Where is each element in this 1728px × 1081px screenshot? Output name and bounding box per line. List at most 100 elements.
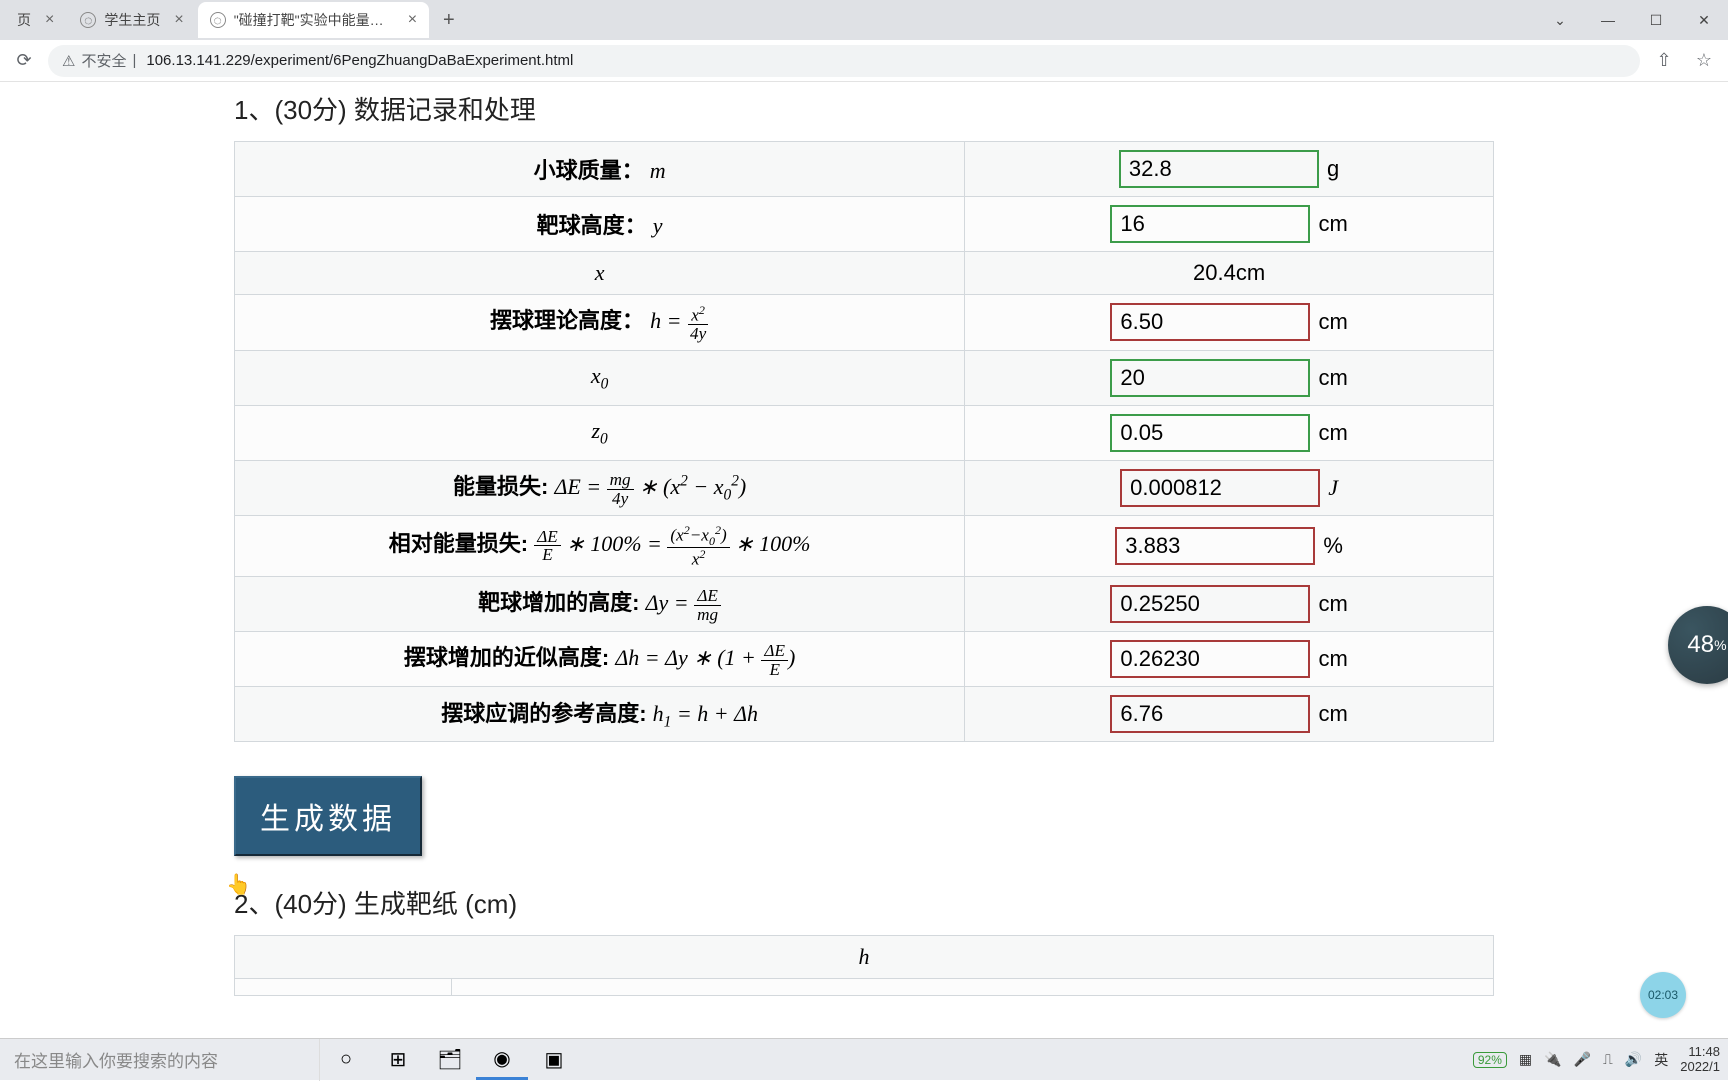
row-x0: x0 20 cm <box>235 350 1494 405</box>
reload-icon[interactable]: ⟳ <box>8 50 40 71</box>
label: 摆球应调的参考高度: <box>441 701 646 726</box>
symbol-z0: z0 <box>591 418 607 443</box>
label: 靶球增加的高度: <box>478 590 639 615</box>
usb-icon[interactable]: 🔌 <box>1544 1051 1561 1068</box>
relative-energy-loss-input[interactable]: 3.883 <box>1115 527 1315 565</box>
row-energy-loss: 能量损失: ΔE = mg4y ∗ (x2 − x02) 0.000812 J <box>235 460 1494 515</box>
h1-input[interactable]: 6.76 <box>1110 695 1310 733</box>
star-icon[interactable]: ☆ <box>1688 50 1720 71</box>
section2-title: 2、(40分) 生成靶纸 (cm) <box>234 876 1494 935</box>
row-mass: 小球质量： m 32.8 g <box>235 142 1494 197</box>
unit: cm <box>1319 591 1348 616</box>
formula-dh: Δh = Δy ∗ (1 + ΔEE) <box>615 645 795 670</box>
tab-2[interactable]: ◌ "碰撞打靶"实验中能量损失的分析 × <box>198 2 429 38</box>
wifi-icon[interactable]: ⎍ <box>1603 1051 1613 1068</box>
row-pendulum-height-increase: 摆球增加的近似高度: Δh = Δy ∗ (1 + ΔEE) 0.26230 c… <box>235 632 1494 687</box>
close-icon[interactable]: × <box>45 11 54 29</box>
warning-icon: ⚠ <box>62 52 75 70</box>
taskbar-clock[interactable]: 11:48 2022/1 <box>1680 1045 1720 1074</box>
tray-icon[interactable]: ▦ <box>1519 1051 1532 1068</box>
symbol-x: x <box>595 260 605 285</box>
row-z0: z0 0.05 cm <box>235 405 1494 460</box>
address-bar-row: ⟳ ⚠ 不安全 | 106.13.141.229/experiment/6Pen… <box>0 40 1728 82</box>
label: 靶球高度： <box>537 213 647 238</box>
tab-0[interactable]: 页 × <box>5 2 66 38</box>
globe-icon: ◌ <box>210 12 226 28</box>
chrome-icon[interactable]: ◉ <box>476 1039 528 1080</box>
taskbar: 在这里输入你要搜索的内容 ○ ⊞ 🗂 ◉ ▣ 92% ▦ 🔌 🎤 ⎍ 🔊 英 1… <box>0 1038 1728 1080</box>
data-table: 小球质量： m 32.8 g 靶球高度： y 16 cm <box>234 141 1494 742</box>
row-target-height-increase: 靶球增加的高度: Δy = ΔEmg 0.25250 cm <box>235 577 1494 632</box>
energy-loss-input[interactable]: 0.000812 <box>1120 469 1320 507</box>
section1-title: 1、(30分) 数据记录和处理 <box>234 82 1494 141</box>
row-target-height: 靶球高度： y 16 cm <box>235 197 1494 252</box>
close-icon[interactable]: × <box>408 11 417 29</box>
label: 小球质量： <box>534 158 644 183</box>
app-icon[interactable]: ▣ <box>528 1039 580 1080</box>
float-timer-widget[interactable]: 02:03 <box>1640 972 1686 1018</box>
window-controls: ⌄ — ☐ ✕ <box>1536 0 1728 40</box>
target-paper-table: h <box>234 935 1494 996</box>
row-relative-energy-loss: 相对能量损失: ΔEE ∗ 100% = (x2−x02)x2 ∗ 100% 3… <box>235 515 1494 576</box>
unit: cm <box>1319 646 1348 671</box>
tab-label: 学生主页 <box>104 10 160 30</box>
unit: cm <box>1319 365 1348 390</box>
url-text: 106.13.141.229/experiment/6PengZhuangDaB… <box>146 52 573 69</box>
security-label: 不安全 <box>81 50 126 71</box>
h-theory-input[interactable]: 6.50 <box>1110 303 1310 341</box>
close-icon[interactable]: × <box>174 11 183 29</box>
formula-h: h = x24y <box>650 308 709 333</box>
file-explorer-icon[interactable]: 🗂 <box>424 1039 476 1080</box>
unit: cm <box>1319 309 1348 334</box>
tab-1[interactable]: ◌ 学生主页 × <box>68 2 195 38</box>
battery-badge[interactable]: 92% <box>1473 1052 1507 1068</box>
formula-dE-rel: ΔEE ∗ 100% = (x2−x02)x2 ∗ 100% <box>534 531 810 556</box>
ime-indicator[interactable]: 英 <box>1654 1050 1668 1070</box>
tab-label: "碰撞打靶"实验中能量损失的分析 <box>234 10 394 30</box>
row-reference-height: 摆球应调的参考高度: h1 = h + Δh 6.76 cm <box>235 687 1494 742</box>
unit: J <box>1328 475 1338 500</box>
row-h-theory: 摆球理论高度： h = x24y 6.50 cm <box>235 295 1494 351</box>
row-x: x 20.4cm <box>235 252 1494 295</box>
browser-tab-strip: 页 × ◌ 学生主页 × ◌ "碰撞打靶"实验中能量损失的分析 × + ⌄ — … <box>0 0 1728 40</box>
unit: cm <box>1319 420 1348 445</box>
x0-input[interactable]: 20 <box>1110 359 1310 397</box>
formula-dy: Δy = ΔEmg <box>646 590 722 615</box>
globe-icon: ◌ <box>80 12 96 28</box>
generate-data-button[interactable]: 生成数据 <box>234 776 422 856</box>
cortana-icon[interactable]: ○ <box>320 1039 372 1080</box>
security-warning: ⚠ 不安全 | <box>62 50 136 71</box>
unit: cm <box>1319 701 1348 726</box>
symbol-x0: x0 <box>591 363 608 388</box>
tab-label: 页 <box>17 10 31 30</box>
close-button[interactable]: ✕ <box>1680 0 1728 40</box>
label: 能量损失: <box>453 474 548 499</box>
mass-input[interactable]: 32.8 <box>1119 150 1319 188</box>
x-value: 20.4cm <box>965 252 1494 295</box>
unit: % <box>1323 533 1343 558</box>
new-tab-button[interactable]: + <box>431 9 467 32</box>
system-tray: 92% ▦ 🔌 🎤 ⎍ 🔊 英 11:48 2022/1 <box>1473 1045 1728 1074</box>
maximize-button[interactable]: ☐ <box>1632 0 1680 40</box>
label: 摆球理论高度： <box>490 308 644 333</box>
address-bar[interactable]: ⚠ 不安全 | 106.13.141.229/experiment/6PengZ… <box>48 45 1640 77</box>
dy-input[interactable]: 0.25250 <box>1110 585 1310 623</box>
minimize-button[interactable]: — <box>1584 0 1632 40</box>
formula-dE: ΔE = mg4y ∗ (x2 − x02) <box>554 474 746 499</box>
z0-input[interactable]: 0.05 <box>1110 414 1310 452</box>
page-viewport[interactable]: 1、(30分) 数据记录和处理 小球质量： m 32.8 g 靶球高度： y <box>0 82 1728 1038</box>
mic-icon[interactable]: 🎤 <box>1574 1051 1591 1068</box>
share-icon[interactable]: ⇧ <box>1648 50 1680 71</box>
col-header-h: h <box>235 936 1494 979</box>
unit: g <box>1327 156 1339 181</box>
dh-input[interactable]: 0.26230 <box>1110 640 1310 678</box>
formula-h1: h1 = h + Δh <box>653 701 758 726</box>
unit: cm <box>1319 211 1348 236</box>
label: 相对能量损失: <box>389 531 528 556</box>
volume-icon[interactable]: 🔊 <box>1625 1051 1642 1068</box>
taskbar-search-input[interactable]: 在这里输入你要搜索的内容 <box>0 1039 320 1081</box>
chevron-down-icon[interactable]: ⌄ <box>1536 0 1584 40</box>
task-view-icon[interactable]: ⊞ <box>372 1039 424 1080</box>
target-height-input[interactable]: 16 <box>1110 205 1310 243</box>
label: 摆球增加的近似高度: <box>404 645 609 670</box>
